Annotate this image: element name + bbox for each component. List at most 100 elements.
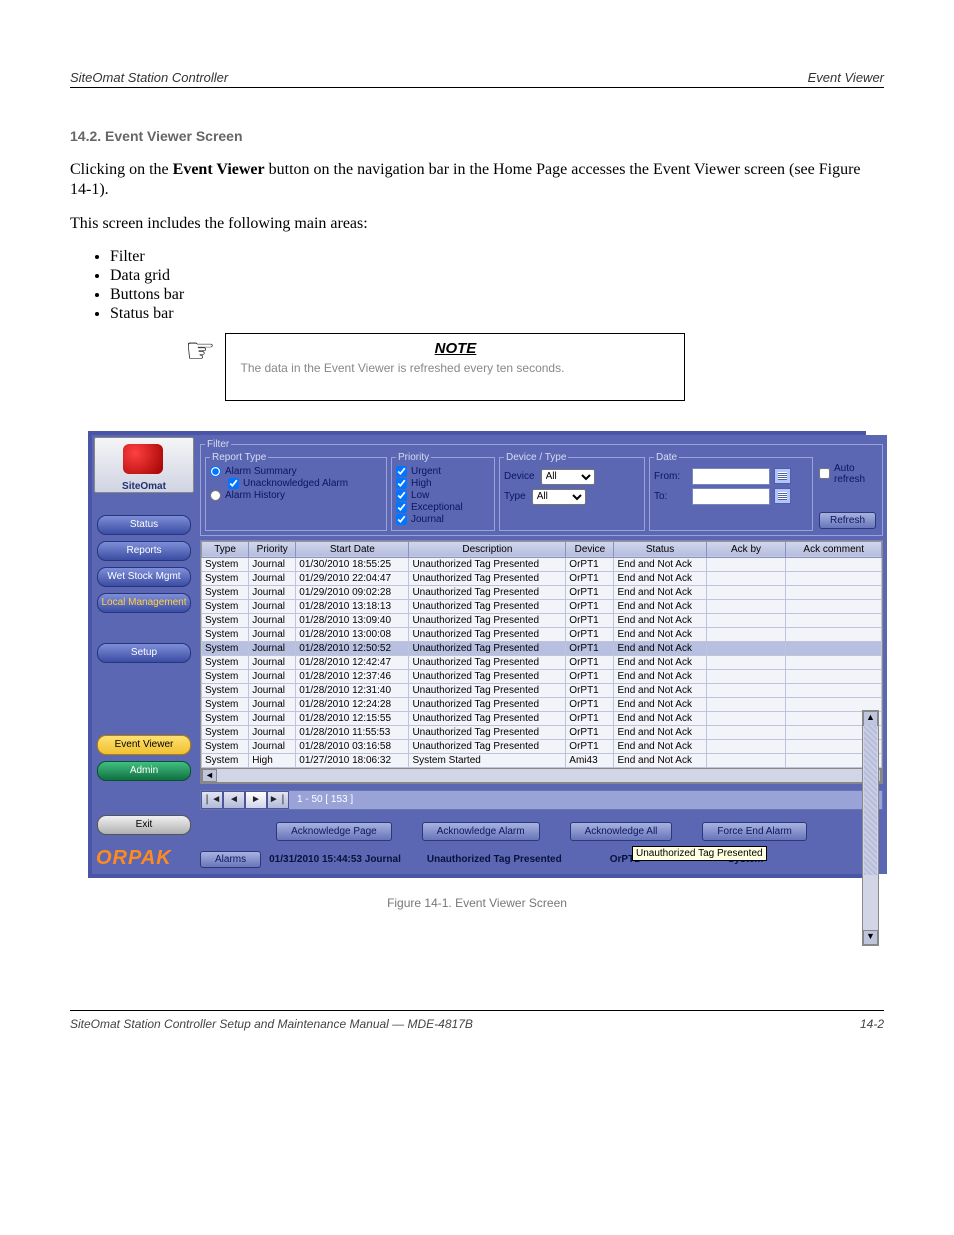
checkbox-auto-refresh[interactable]: Auto refresh <box>819 463 876 485</box>
bullet-filter: Filter <box>110 248 884 266</box>
from-date-input[interactable] <box>692 468 770 485</box>
cell-tooltip: Unauthorized Tag Presented <box>632 846 767 861</box>
ack-alarm-button[interactable]: Acknowledge Alarm <box>422 822 540 841</box>
table-row[interactable]: SystemJournal01/29/2010 09:02:28Unauthor… <box>202 585 882 599</box>
footer-left: SiteOmat Station Controller Setup and Ma… <box>70 1017 473 1031</box>
device-select[interactable]: All <box>541 469 595 485</box>
date-group: Date From: To: <box>649 452 813 531</box>
table-row[interactable]: SystemJournal01/28/2010 12:37:46Unauthor… <box>202 669 882 683</box>
table-row[interactable]: SystemHigh01/27/2010 18:06:32System Star… <box>202 753 882 767</box>
col-ackby[interactable]: Ack by <box>706 541 786 557</box>
alarms-button[interactable]: Alarms <box>200 851 261 868</box>
col-startdate[interactable]: Start Date <box>296 541 409 557</box>
type-label: Type <box>504 491 526 502</box>
col-device[interactable]: Device <box>566 541 614 557</box>
to-label: To: <box>654 491 688 502</box>
table-row[interactable]: SystemJournal01/28/2010 11:55:53Unauthor… <box>202 725 882 739</box>
pager-next[interactable]: ► <box>245 791 267 809</box>
bullet-buttons: Buttons bar <box>110 286 884 304</box>
table-row[interactable]: SystemJournal01/28/2010 13:00:08Unauthor… <box>202 627 882 641</box>
paragraph-2: This screen includes the following main … <box>70 214 884 234</box>
table-row[interactable]: SystemJournal01/28/2010 13:09:40Unauthor… <box>202 613 882 627</box>
table-row[interactable]: SystemJournal01/28/2010 03:16:58Unauthor… <box>202 739 882 753</box>
from-label: From: <box>654 471 688 482</box>
nav-exit[interactable]: Exit <box>97 815 191 835</box>
vertical-scrollbar[interactable]: ▲▼ <box>862 710 879 946</box>
radio-alarm-history[interactable]: Alarm History <box>210 490 382 501</box>
ack-page-button[interactable]: Acknowledge Page <box>276 822 392 841</box>
doc-section: Event Viewer <box>808 70 884 85</box>
brand-logo: ORPAK <box>94 843 172 872</box>
checkbox-exceptional[interactable]: Exceptional <box>396 502 490 513</box>
pager-prev[interactable]: ◄ <box>223 791 245 809</box>
filter-panel: Filter Report Type Alarm Summary Unackno… <box>200 439 883 536</box>
screenshot: SiteOmat Status Reports Wet Stock Mgmt L… <box>88 431 866 878</box>
bullet-statusbar: Status bar <box>110 305 884 323</box>
nav-setup[interactable]: Setup <box>97 643 191 663</box>
type-select[interactable]: All <box>532 489 586 505</box>
pager-first[interactable]: ❘◄ <box>201 791 223 809</box>
nav-event-viewer[interactable]: Event Viewer <box>97 735 191 755</box>
status-datetime: 01/31/2010 15:44:53 Journal <box>269 854 401 865</box>
table-row[interactable]: SystemJournal01/30/2010 18:55:25Unauthor… <box>202 557 882 571</box>
checkbox-unack-alarm[interactable]: Unacknowledged Alarm <box>228 478 382 489</box>
checkbox-high[interactable]: High <box>396 478 490 489</box>
bullet-datagrid: Data grid <box>110 267 884 285</box>
col-description[interactable]: Description <box>409 541 566 557</box>
refresh-button[interactable]: Refresh <box>819 512 876 529</box>
pager: ❘◄ ◄ ► ►❘ 1 - 50 [ 153 ] <box>200 790 883 810</box>
section-heading: 14.2. Event Viewer Screen <box>70 128 884 146</box>
calendar-icon[interactable] <box>774 468 791 484</box>
pager-label: 1 - 50 [ 153 ] <box>289 794 361 805</box>
doc-title: SiteOmat Station Controller <box>70 70 228 85</box>
paragraph-1: Clicking on the Event Viewer button on t… <box>70 160 884 200</box>
status-desc: Unauthorized Tag Presented <box>427 854 562 865</box>
checkbox-urgent[interactable]: Urgent <box>396 466 490 477</box>
app-logo: SiteOmat <box>94 437 194 493</box>
table-row[interactable]: SystemJournal01/28/2010 13:18:13Unauthor… <box>202 599 882 613</box>
note-title: NOTE <box>240 340 670 357</box>
to-date-input[interactable] <box>692 488 770 505</box>
table-row[interactable]: SystemJournal01/28/2010 12:24:28Unauthor… <box>202 697 882 711</box>
pager-last[interactable]: ►❘ <box>267 791 289 809</box>
priority-group: Priority Urgent High Low Exceptional Jou… <box>391 452 495 531</box>
event-grid: Type Priority Start Date Description Dev… <box>200 540 883 784</box>
pump-icon <box>123 444 163 474</box>
figure-caption: Figure 14-1. Event Viewer Screen <box>70 896 884 910</box>
note-box: NOTE The data in the Event Viewer is ref… <box>225 333 685 401</box>
device-label: Device <box>504 471 535 482</box>
nav-local-management[interactable]: Local Management <box>97 593 191 613</box>
main-panel: Filter Report Type Alarm Summary Unackno… <box>196 435 887 874</box>
filter-legend: Filter <box>205 439 231 450</box>
footer-right: 14-2 <box>860 1017 884 1031</box>
table-row[interactable]: SystemJournal01/29/2010 22:04:47Unauthor… <box>202 571 882 585</box>
ack-all-button[interactable]: Acknowledge All <box>570 822 673 841</box>
col-status[interactable]: Status <box>614 541 706 557</box>
note-text: The data in the Event Viewer is refreshe… <box>240 361 670 375</box>
nav-reports[interactable]: Reports <box>97 541 191 561</box>
col-ackcomment[interactable]: Ack comment <box>786 541 882 557</box>
table-row[interactable]: SystemJournal01/28/2010 12:42:47Unauthor… <box>202 655 882 669</box>
report-type-group: Report Type Alarm Summary Unacknowledged… <box>205 452 387 531</box>
ack-button-bar: Acknowledge Page Acknowledge Alarm Ackno… <box>200 814 883 845</box>
table-row[interactable]: SystemJournal01/28/2010 12:15:55Unauthor… <box>202 711 882 725</box>
col-type[interactable]: Type <box>202 541 249 557</box>
calendar-icon[interactable] <box>774 488 791 504</box>
horizontal-scrollbar[interactable]: ◄► <box>201 768 882 783</box>
header-rule <box>70 87 884 88</box>
nav-wetstock[interactable]: Wet Stock Mgmt <box>97 567 191 587</box>
table-row[interactable]: SystemJournal01/28/2010 12:50:52Unauthor… <box>202 641 882 655</box>
checkbox-journal[interactable]: Journal <box>396 514 490 525</box>
status-bar: Alarms 01/31/2010 15:44:53 Journal Unaut… <box>200 849 883 870</box>
bullet-list: Filter Data grid Buttons bar Status bar <box>110 248 884 323</box>
radio-alarm-summary[interactable]: Alarm Summary <box>210 466 382 477</box>
table-row[interactable]: SystemJournal01/28/2010 12:31:40Unauthor… <box>202 683 882 697</box>
grid-header-row: Type Priority Start Date Description Dev… <box>202 541 882 557</box>
nav-admin[interactable]: Admin <box>97 761 191 781</box>
force-end-button[interactable]: Force End Alarm <box>702 822 806 841</box>
checkbox-low[interactable]: Low <box>396 490 490 501</box>
sidebar: SiteOmat Status Reports Wet Stock Mgmt L… <box>92 435 196 874</box>
nav-status[interactable]: Status <box>97 515 191 535</box>
pointing-hand-icon: ☞ <box>185 333 215 369</box>
col-priority[interactable]: Priority <box>249 541 296 557</box>
